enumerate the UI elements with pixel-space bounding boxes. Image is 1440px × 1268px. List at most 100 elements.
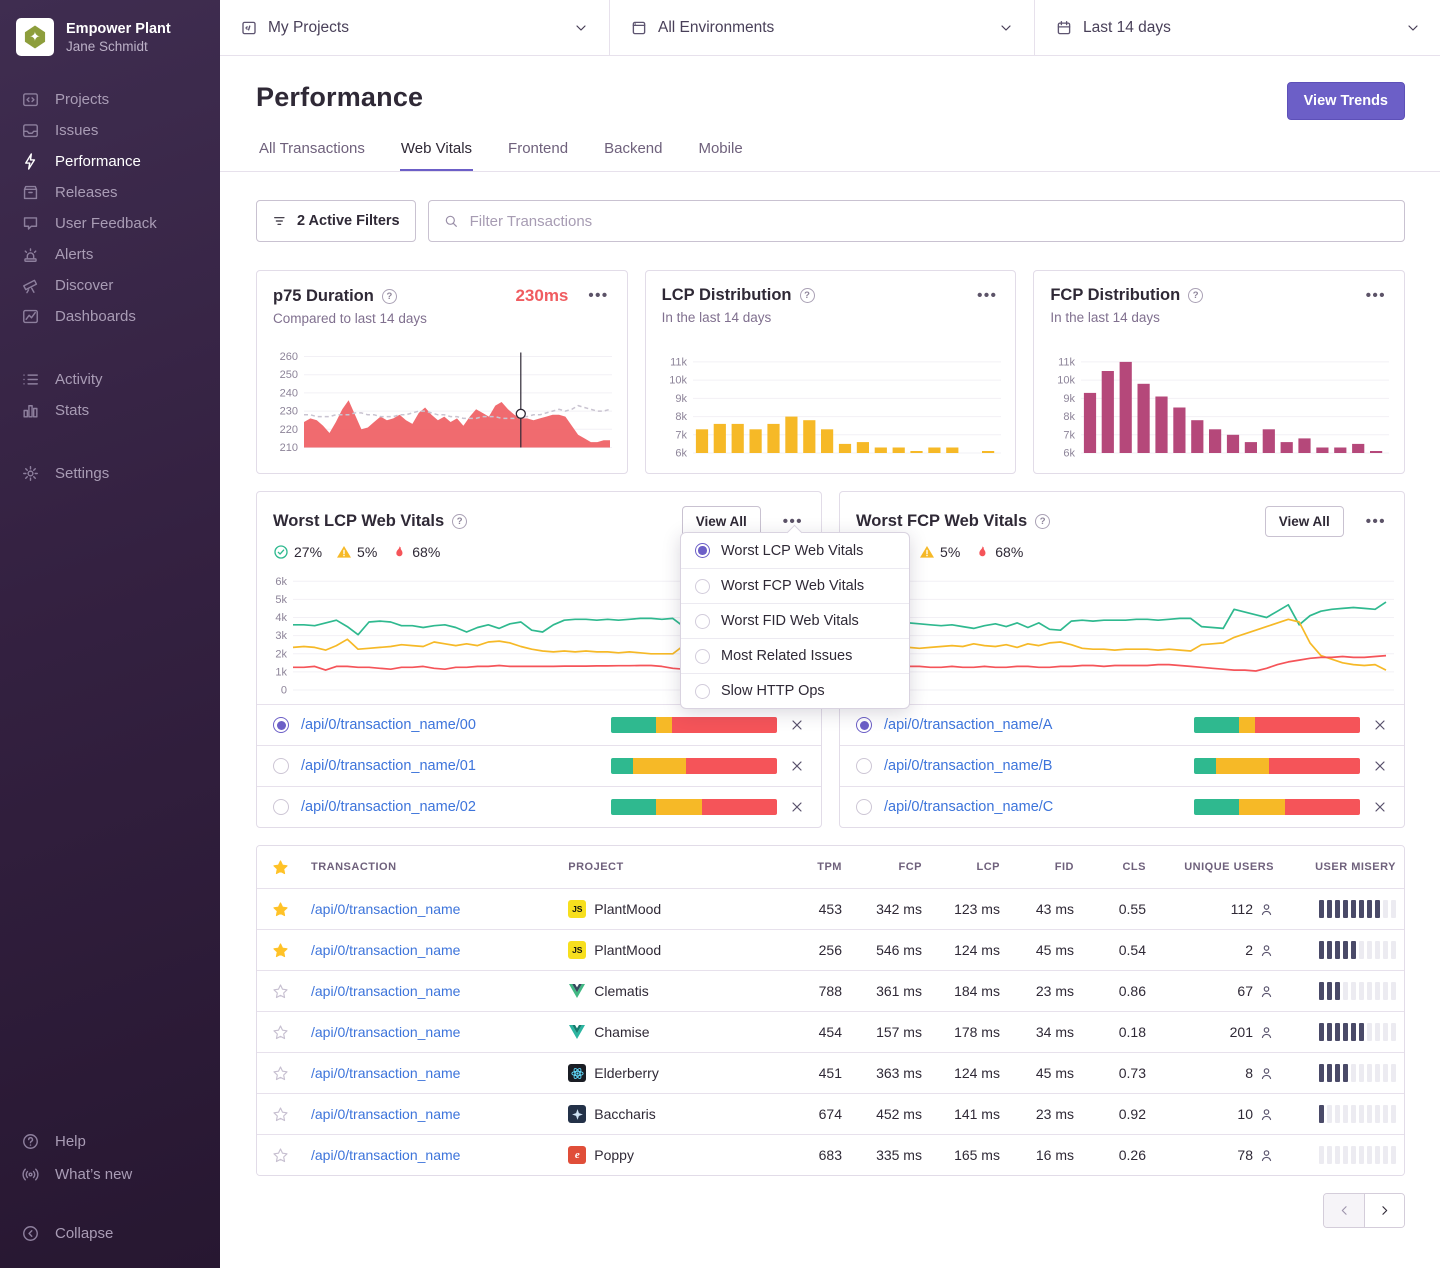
help-icon[interactable]: ? [800,288,815,303]
sidebar-item-settings[interactable]: Settings [0,458,220,489]
column-header-transaction[interactable]: TRANSACTION [303,861,560,873]
close-icon[interactable] [789,717,805,733]
star-toggle[interactable] [257,1106,303,1123]
card-menu-button[interactable]: ••• [1364,292,1388,300]
vitals-stacked-bar [611,799,777,815]
js-platform-icon: JS [568,941,586,959]
dropdown-option-most-related-issues[interactable]: Most Related Issues [681,638,909,673]
org-switcher[interactable]: Empower Plant Jane Schmidt [0,14,220,74]
sidebar-item-projects[interactable]: Projects [0,84,220,115]
star-toggle[interactable] [257,1024,303,1041]
star-toggle[interactable] [257,1065,303,1082]
view-trends-button[interactable]: View Trends [1287,82,1405,120]
star-toggle[interactable] [257,901,303,918]
fid-value: 23 ms [1008,983,1082,999]
transaction-link[interactable]: /api/0/transaction_name [311,1147,460,1163]
column-header-fcp[interactable]: FCP [850,861,930,873]
transaction-link[interactable]: /api/0/transaction_name/C [884,799,1182,815]
close-icon[interactable] [1372,758,1388,774]
sidebar-collapse-button[interactable]: Collapse [0,1217,220,1250]
card-menu-button[interactable]: ••• [975,292,999,300]
sidebar-item-dashboards[interactable]: Dashboards [0,301,220,332]
filter-transactions-input[interactable] [468,212,1390,231]
transaction-radio[interactable] [856,799,872,815]
transaction-link[interactable]: /api/0/transaction_name [311,1065,460,1081]
transaction-link[interactable]: /api/0/transaction_name [311,1024,460,1040]
column-header-fid[interactable]: FID [1008,861,1082,873]
transaction-radio[interactable] [273,717,289,733]
close-icon[interactable] [1372,717,1388,733]
transaction-radio[interactable] [273,758,289,774]
view-all-button[interactable]: View All [1265,506,1344,537]
column-header-cls[interactable]: CLS [1082,861,1154,873]
help-icon[interactable]: ? [1035,514,1050,529]
star-column-header[interactable] [257,859,303,876]
ember-platform-icon: e [568,1146,586,1164]
star-toggle[interactable] [257,1147,303,1164]
next-page-button[interactable] [1364,1194,1404,1227]
svg-text:210: 210 [280,442,298,454]
star-toggle[interactable] [257,983,303,1000]
tab-backend[interactable]: Backend [603,140,663,172]
sidebar-item-whats-new[interactable]: What’s new [0,1158,220,1191]
dropdown-option-slow-http-ops[interactable]: Slow HTTP Ops [681,673,909,708]
column-header-unique-users[interactable]: UNIQUE USERS [1154,861,1282,873]
card-menu-button[interactable]: ••• [781,518,805,526]
p75-value: 230ms [515,286,568,306]
transaction-link[interactable]: /api/0/transaction_name [311,983,460,999]
column-header-user-misery[interactable]: USER MISERY [1282,861,1404,873]
dropdown-option-worst-fid-web-vitals[interactable]: Worst FID Web Vitals [681,603,909,638]
tab-mobile[interactable]: Mobile [697,140,743,172]
svg-text:10k: 10k [1058,375,1076,387]
help-icon[interactable]: ? [452,514,467,529]
date-range-selector[interactable]: Last 14 days [1035,0,1440,55]
option-radio [695,649,710,664]
transaction-radio[interactable] [856,758,872,774]
sidebar-item-label: Help [55,1133,86,1150]
previous-page-button[interactable] [1324,1194,1364,1227]
close-icon[interactable] [789,758,805,774]
active-filters-button[interactable]: 2 Active Filters [256,200,416,242]
sidebar-item-discover[interactable]: Discover [0,270,220,301]
star-toggle[interactable] [257,942,303,959]
tab-all-transactions[interactable]: All Transactions [258,140,366,172]
transaction-radio[interactable] [273,799,289,815]
sidebar-item-performance[interactable]: Performance [0,146,220,177]
dropdown-option-worst-lcp-web-vitals[interactable]: Worst LCP Web Vitals [681,533,909,568]
sidebar-item-issues[interactable]: Issues [0,115,220,146]
column-header-tpm[interactable]: TPM [784,861,850,873]
sidebar-item-releases[interactable]: Releases [0,177,220,208]
projects-selector[interactable]: My Projects [220,0,610,55]
sidebar-item-user-feedback[interactable]: User Feedback [0,208,220,239]
person-icon [1259,984,1274,999]
transaction-link[interactable]: /api/0/transaction_name/B [884,758,1182,774]
fcp-card-subtitle: In the last 14 days [1050,310,1388,325]
sidebar-item-activity[interactable]: Activity [0,364,220,395]
transaction-radio[interactable] [856,717,872,733]
help-icon[interactable]: ? [1188,288,1203,303]
close-icon[interactable] [789,799,805,815]
transaction-link[interactable]: /api/0/transaction_name/02 [301,799,599,815]
meh-badge: 5% [919,544,960,560]
transaction-link[interactable]: /api/0/transaction_name/00 [301,717,599,733]
environment-selector[interactable]: All Environments [610,0,1035,55]
card-menu-button[interactable]: ••• [1364,518,1388,526]
help-icon[interactable]: ? [382,289,397,304]
column-header-lcp[interactable]: LCP [930,861,1008,873]
transaction-link[interactable]: /api/0/transaction_name/01 [301,758,599,774]
svg-text:9k: 9k [1064,393,1076,405]
tab-web-vitals[interactable]: Web Vitals [400,140,473,172]
dropdown-option-worst-fcp-web-vitals[interactable]: Worst FCP Web Vitals [681,568,909,603]
transaction-link[interactable]: /api/0/transaction_name/A [884,717,1182,733]
sidebar-item-help[interactable]: Help [0,1125,220,1158]
sidebar-item-stats[interactable]: Stats [0,395,220,426]
user-misery-bars [1290,941,1396,959]
sidebar-item-alerts[interactable]: Alerts [0,239,220,270]
close-icon[interactable] [1372,799,1388,815]
column-header-project[interactable]: PROJECT [560,861,784,873]
tab-frontend[interactable]: Frontend [507,140,569,172]
card-menu-button[interactable]: ••• [586,292,610,300]
transaction-link[interactable]: /api/0/transaction_name [311,1106,460,1122]
transaction-link[interactable]: /api/0/transaction_name [311,901,460,917]
transaction-link[interactable]: /api/0/transaction_name [311,942,460,958]
